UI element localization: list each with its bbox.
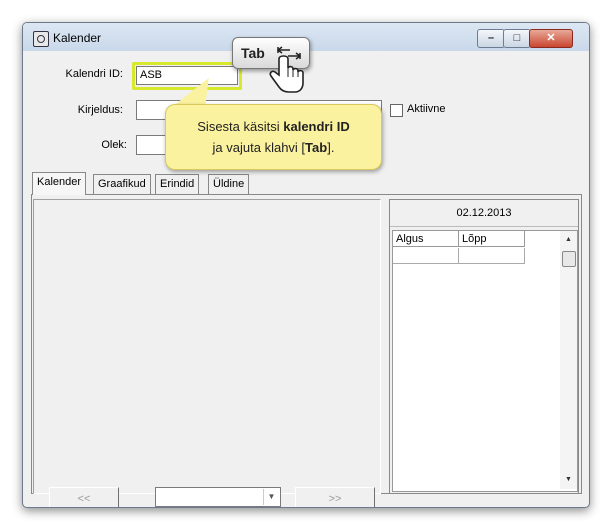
scroll-down-icon[interactable]: ▼ bbox=[560, 473, 577, 487]
tab-erindid[interactable]: Erindid bbox=[155, 174, 200, 194]
callout-text: Sisesta käsitsi bbox=[197, 119, 284, 134]
column-header-start[interactable]: Algus bbox=[393, 231, 459, 247]
chevron-down-icon[interactable]: ▼ bbox=[263, 489, 279, 505]
state-label: Olek: bbox=[101, 139, 127, 151]
tab-uldine[interactable]: Üldine bbox=[208, 174, 250, 194]
maximize-icon: □ bbox=[513, 32, 521, 44]
next-button[interactable]: >> bbox=[295, 487, 375, 507]
grid-cell-end[interactable] bbox=[459, 248, 525, 264]
tab-graafikud[interactable]: Graafikud bbox=[93, 174, 151, 194]
callout-line-2: ja vajuta klahvi [Tab]. bbox=[166, 137, 381, 158]
column-header-end[interactable]: Lõpp bbox=[459, 231, 525, 247]
callout-bold-key: Tab bbox=[305, 140, 328, 155]
maximize-button[interactable]: □ bbox=[503, 29, 531, 48]
tab-panel: << ▼ >> 02.12.2013 Algus Lõpp ▲ ▼ bbox=[31, 194, 582, 507]
calendar-id-field[interactable]: ASB bbox=[136, 66, 238, 85]
tab-kalender[interactable]: Kalender bbox=[32, 172, 87, 195]
active-label: Aktiivne bbox=[407, 103, 446, 115]
month-combo[interactable]: ▼ bbox=[155, 487, 281, 507]
prev-button[interactable]: << bbox=[49, 487, 119, 507]
calendar-view[interactable]: << ▼ >> bbox=[33, 199, 381, 507]
calendar-id-label: Kalendri ID: bbox=[65, 68, 123, 80]
description-label: Kirjeldus: bbox=[77, 104, 123, 116]
minimize-icon: – bbox=[487, 32, 495, 44]
time-grid: Algus Lõpp ▲ ▼ bbox=[392, 230, 578, 492]
callout-line-1: Sisesta käsitsi kalendri ID bbox=[166, 116, 381, 137]
callout-text: ja vajuta klahvi [ bbox=[212, 140, 306, 155]
hand-pointer-icon bbox=[269, 55, 304, 93]
scroll-thumb[interactable] bbox=[562, 251, 576, 267]
close-icon: ✕ bbox=[546, 32, 556, 44]
minimize-button[interactable]: – bbox=[477, 29, 505, 48]
selected-date: 02.12.2013 bbox=[390, 200, 578, 227]
day-schedule-panel: 02.12.2013 Algus Lõpp ▲ ▼ bbox=[389, 199, 579, 494]
grid-cell-start[interactable] bbox=[393, 248, 459, 264]
close-button[interactable]: ✕ bbox=[529, 29, 573, 48]
callout-bold-text: kalendri ID bbox=[283, 119, 350, 134]
scroll-up-icon[interactable]: ▲ bbox=[560, 233, 577, 247]
tab-key-label: Tab bbox=[241, 45, 265, 61]
instruction-callout: Sisesta käsitsi kalendri ID ja vajuta kl… bbox=[165, 104, 382, 170]
callout-text: ]. bbox=[327, 140, 335, 155]
calendar-app-icon bbox=[33, 31, 49, 47]
window-title: Kalender bbox=[53, 31, 102, 45]
vertical-scrollbar[interactable]: ▲ ▼ bbox=[560, 231, 577, 489]
active-checkbox[interactable] bbox=[390, 104, 403, 117]
